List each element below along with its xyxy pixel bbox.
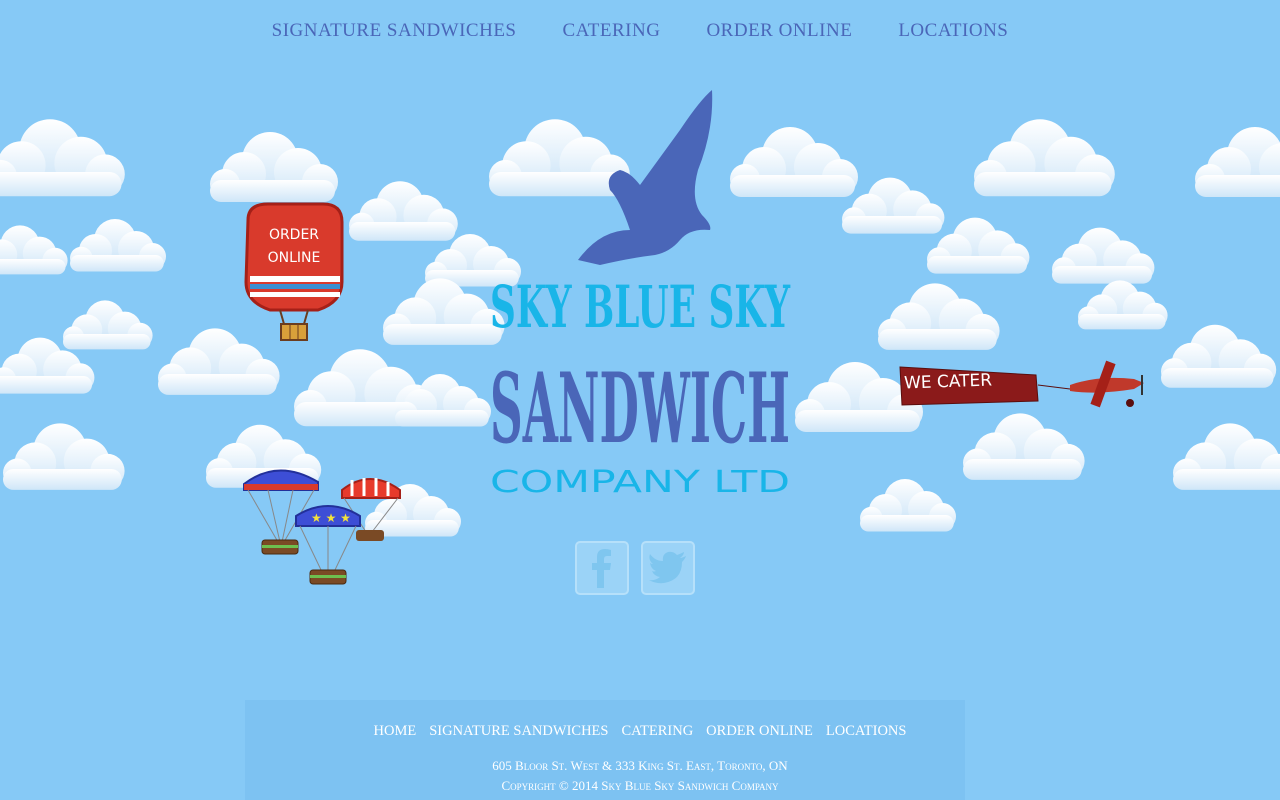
- bird-logo-icon: [578, 90, 713, 265]
- footer-signature-sandwiches[interactable]: SIGNATURE SANDWICHES: [429, 723, 608, 740]
- company-logo: SKY BLUE SKY SANDWICH COMPANY LTD: [490, 90, 790, 500]
- balloon-text-line1: ORDER: [268, 227, 320, 243]
- top-nav: SIGNATURE SANDWICHES CATERING ORDER ONLI…: [0, 20, 1280, 42]
- footer-catering[interactable]: CATERING: [621, 723, 693, 740]
- nav-locations[interactable]: LOCATIONS: [898, 20, 1008, 42]
- facebook-button[interactable]: [575, 541, 629, 595]
- nav-signature-sandwiches[interactable]: SIGNATURE SANDWICHES: [272, 20, 517, 42]
- nav-order-online[interactable]: ORDER ONLINE: [706, 20, 852, 42]
- logo-line1: SKY BLUE SKY: [490, 273, 790, 341]
- parachute-sandwiches-icon: ★ ★ ★: [243, 469, 401, 585]
- logo-line3: COMPANY LTD: [490, 465, 790, 500]
- footer-home[interactable]: HOME: [374, 723, 417, 740]
- order-online-balloon[interactable]: [238, 200, 350, 346]
- facebook-icon: [592, 549, 611, 588]
- logo-line2: SANDWICH: [490, 352, 790, 465]
- balloon-text-line2: ONLINE: [267, 250, 321, 266]
- footer-address: 605 Bloor St. West & 333 King St. East, …: [492, 758, 788, 773]
- we-cater-label: WE CATER: [903, 370, 993, 394]
- balloon-icon: [244, 202, 344, 341]
- nav-catering[interactable]: CATERING: [563, 20, 661, 42]
- airplane-icon: [1070, 360, 1144, 408]
- twitter-button[interactable]: [641, 541, 695, 595]
- svg-text:★ ★ ★: ★ ★ ★: [311, 511, 351, 525]
- twitter-icon: [649, 551, 686, 584]
- footer-nav: HOME SIGNATURE SANDWICHES CATERING ORDER…: [0, 723, 1280, 740]
- social-links: [575, 541, 695, 595]
- footer-locations[interactable]: LOCATIONS: [826, 723, 907, 740]
- footer-copyright: Copyright © 2014 Sky Blue Sky Sandwich C…: [501, 778, 779, 793]
- footer-order-online[interactable]: ORDER ONLINE: [706, 723, 813, 740]
- balloon-label: ORDER ONLINE: [248, 224, 340, 270]
